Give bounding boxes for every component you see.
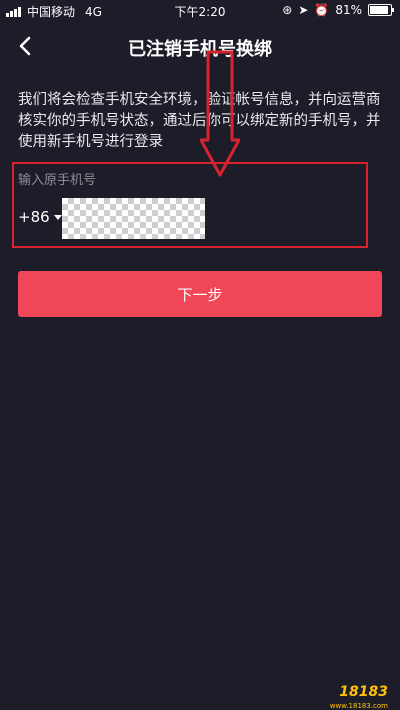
watermark-text: 18183	[339, 684, 388, 700]
status-right: ⊛ ➤ ⏰ 81%	[282, 3, 394, 17]
next-button-label: 下一步	[177, 285, 223, 304]
page-title: 已注销手机号换绑	[128, 39, 272, 60]
phone-input[interactable]	[62, 198, 205, 239]
status-bar: 中国移动 4G 下午2:20 ⊛ ➤ ⏰ 81%	[0, 0, 400, 22]
nav-bar: 已注销手机号换绑	[0, 28, 400, 64]
battery-percent: 81%	[335, 3, 362, 17]
dropdown-caret-icon	[53, 214, 62, 220]
battery-icon	[368, 4, 394, 16]
watermark-sub: www.18183.com	[329, 702, 388, 710]
phone-input-area: 输入原手机号 +86	[12, 162, 368, 248]
next-button[interactable]: 下一步	[18, 271, 382, 317]
location-icon: ➤	[298, 3, 309, 17]
country-code-selector[interactable]: +86	[18, 208, 62, 226]
watermark-logo: 18183 www.18183.com	[320, 668, 392, 710]
country-code: +86	[18, 208, 50, 226]
description-text: 我们将会检查手机安全环境，验证帐号信息，并向运营商核实你的手机号状态，通过后你可…	[18, 92, 381, 150]
alarm-icon: ⏰	[314, 3, 330, 17]
field-label: 输入原手机号	[18, 173, 97, 188]
lock-rotation-icon: ⊛	[282, 3, 293, 17]
